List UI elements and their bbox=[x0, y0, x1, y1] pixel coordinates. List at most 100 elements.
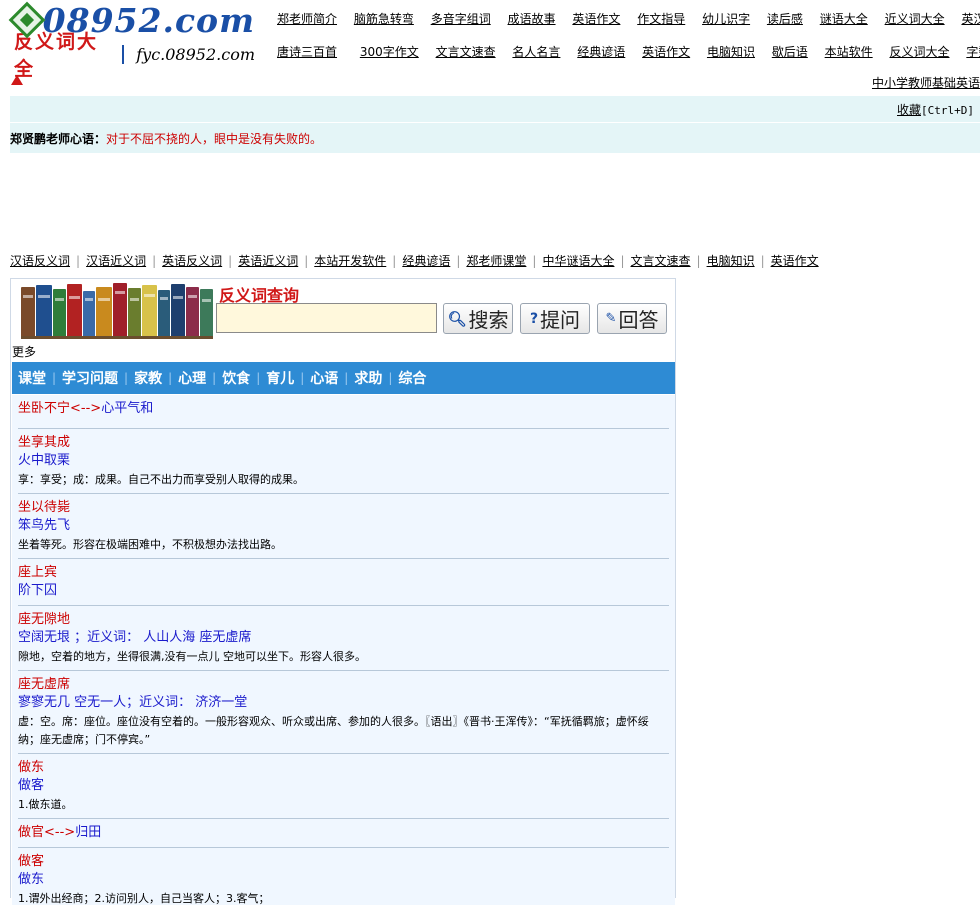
top-nav-link[interactable]: 英汉互译 bbox=[961, 10, 980, 27]
top-nav-link[interactable]: 脑筋急转弯 bbox=[354, 10, 414, 27]
category-nav-link[interactable]: 汉语近义词 bbox=[86, 254, 146, 268]
entry-antonym[interactable]: 空阔无垠 ；近义词： 人山人海 座无虚席 bbox=[18, 629, 669, 647]
motto-text: 对于不屈不挠的人，眼中是没有失败的。 bbox=[106, 132, 323, 146]
category-tab-bar: 课堂 | 学习问题 | 家教 | 心理 | 饮食 | 育儿 | 心语 | 求助 | 综合 bbox=[12, 362, 675, 394]
logo-subdomain: fyc.08952.com bbox=[136, 44, 255, 64]
antonym-list: 坐卧不宁<-->心平气和 坐享其成 火中取栗 享：享受；成：成果。自己不出力而享… bbox=[12, 395, 675, 905]
entry-antonym[interactable]: 做东 bbox=[18, 871, 669, 889]
entry-word[interactable]: 坐以待毙 bbox=[18, 499, 669, 517]
entry-word[interactable]: 做东 bbox=[18, 759, 669, 777]
teacher-english-link[interactable]: 中小学教师基础英语 bbox=[872, 74, 980, 91]
question-icon: ? bbox=[529, 310, 539, 327]
entry-antonym[interactable]: 阶下囚 bbox=[18, 582, 669, 600]
top-nav-link[interactable]: 英语作文 bbox=[642, 43, 690, 60]
category-nav-link[interactable]: 经典谚语 bbox=[402, 254, 450, 268]
entry-antonym[interactable]: 寥寥无几 空无一人；近义词： 济济一堂 bbox=[18, 694, 669, 712]
tab-category[interactable]: 心语 bbox=[310, 368, 338, 388]
top-nav-link[interactable]: 幼儿识字 bbox=[702, 10, 750, 27]
top-nav-link[interactable]: 字数作文 bbox=[966, 43, 980, 60]
entry-explanation: 坐着等死。形容在极端困难中，不积极想办法找出路。 bbox=[18, 538, 282, 551]
ask-button[interactable]: ? 提问 bbox=[520, 303, 590, 334]
category-nav-link[interactable]: 中华谜语大全 bbox=[542, 254, 614, 268]
entry-word[interactable]: 坐卧不宁 bbox=[18, 401, 70, 416]
entry-antonym[interactable]: 笨鸟先飞 bbox=[18, 517, 669, 535]
top-nav-link[interactable]: 郑老师简介 bbox=[277, 10, 337, 27]
entry-arrow: <--> bbox=[44, 825, 76, 840]
tab-category[interactable]: 综合 bbox=[398, 368, 426, 388]
entry-antonym[interactable]: 火中取栗 bbox=[18, 452, 669, 470]
category-nav-link[interactable]: 英语近义词 bbox=[238, 254, 298, 268]
entry-arrow: <--> bbox=[70, 401, 102, 416]
search-button[interactable]: 🔍︎ 搜索 bbox=[443, 303, 513, 334]
top-nav-link[interactable]: 300字作文 bbox=[360, 43, 419, 60]
favorite-label[interactable]: 收藏 bbox=[897, 103, 921, 117]
entry-word[interactable]: 座上宾 bbox=[18, 564, 669, 582]
category-nav-link[interactable]: 本站开发软件 bbox=[314, 254, 386, 268]
top-nav-link[interactable]: 多音字组词 bbox=[431, 10, 491, 27]
arrow-up-icon[interactable] bbox=[11, 75, 23, 85]
list-item: 座无隙地 空阔无垠 ；近义词： 人山人海 座无虚席 隙地，空着的地方，坐得很满,… bbox=[18, 606, 669, 671]
favorite-link[interactable]: 收藏[Ctrl+D] bbox=[897, 101, 974, 118]
entry-explanation: 1.做东道。 bbox=[18, 798, 73, 811]
top-nav-link[interactable]: 歇后语 bbox=[772, 43, 808, 60]
top-nav-link[interactable]: 电脑知识 bbox=[707, 43, 755, 60]
list-item: 做官<-->归田 bbox=[18, 819, 669, 848]
top-nav-link[interactable]: 读后感 bbox=[767, 10, 803, 27]
list-item: 坐卧不宁<-->心平气和 bbox=[18, 395, 669, 429]
tab-category[interactable]: 心理 bbox=[178, 368, 206, 388]
logo-divider bbox=[122, 44, 125, 64]
entry-explanation: 1.谓外出经商；2.访问别人，自己当客人；3.客气； bbox=[18, 892, 270, 905]
top-nav-link[interactable]: 经典谚语 bbox=[577, 43, 625, 60]
books-banner-image bbox=[21, 283, 213, 339]
top-nav-link[interactable]: 英语作文 bbox=[572, 10, 620, 27]
category-nav: 汉语反义词 | 汉语近义词 | 英语反义词 | 英语近义词 | 本站开发软件 | 经典谚语 | 郑老师课… bbox=[10, 254, 819, 268]
entry-word[interactable]: 座无虚席 bbox=[18, 676, 669, 694]
favorite-shortcut[interactable]: [Ctrl+D] bbox=[921, 104, 974, 117]
list-item: 做客 做东 1.谓外出经商；2.访问别人，自己当客人；3.客气； bbox=[18, 848, 669, 908]
category-nav-link[interactable]: 郑老师课堂 bbox=[466, 254, 526, 268]
entry-word[interactable]: 做官 bbox=[18, 825, 44, 840]
entry-antonym[interactable]: 心平气和 bbox=[101, 401, 153, 416]
entry-word[interactable]: 坐享其成 bbox=[18, 434, 669, 452]
tab-category[interactable]: 学习问题 bbox=[62, 368, 118, 388]
ask-button-label: 提问 bbox=[540, 308, 581, 332]
list-item: 座上宾 阶下囚 bbox=[18, 559, 669, 606]
top-nav-link[interactable]: 名人名言 bbox=[512, 43, 560, 60]
motto-bar: 郑贤鹏老师心语：对于不屈不挠的人，眼中是没有失败的。 bbox=[10, 123, 980, 153]
list-item: 坐以待毙 笨鸟先飞 坐着等死。形容在极端困难中，不积极想办法找出路。 bbox=[18, 494, 669, 559]
tab-category[interactable]: 课堂 bbox=[18, 368, 46, 388]
top-nav-link[interactable]: 反义词大全 bbox=[889, 43, 949, 60]
tab-category[interactable]: 求助 bbox=[354, 368, 382, 388]
top-nav-link[interactable]: 本站软件 bbox=[825, 43, 873, 60]
entry-word[interactable]: 做客 bbox=[18, 853, 669, 871]
answer-button[interactable]: ✎ 回答 bbox=[597, 303, 667, 334]
site-logo[interactable]: 08952.com 反义词大全 fyc.08952.com bbox=[8, 1, 255, 80]
entry-explanation: 享：享受；成：成果。自己不出力而享受别人取得的成果。 bbox=[18, 473, 304, 486]
category-nav-link[interactable]: 英语作文 bbox=[771, 254, 819, 268]
entry-antonym[interactable]: 做客 bbox=[18, 777, 669, 795]
top-nav-link[interactable]: 唐诗三百首 bbox=[277, 43, 337, 60]
entry-antonym[interactable]: 归田 bbox=[75, 825, 101, 840]
top-nav-link[interactable]: 成语故事 bbox=[508, 10, 556, 27]
top-nav-link[interactable]: 近义词大全 bbox=[885, 10, 945, 27]
category-nav-link[interactable]: 汉语反义词 bbox=[10, 254, 70, 268]
list-item: 坐享其成 火中取栗 享：享受；成：成果。自己不出力而享受别人取得的成果。 bbox=[18, 429, 669, 494]
entry-explanation: 虚：空。席：座位。座位没有空着的。一般形容观众、听众或出席、参加的人很多。〖语出… bbox=[18, 715, 649, 746]
top-nav-row-2: 唐诗三百首 300字作文 文言文速查 名人名言 经典谚语 英语作文 电脑知识 歇… bbox=[277, 43, 980, 60]
tab-category[interactable]: 饮食 bbox=[222, 368, 250, 388]
search-input[interactable] bbox=[216, 303, 437, 333]
tab-category[interactable]: 家教 bbox=[134, 368, 162, 388]
category-nav-link[interactable]: 英语反义词 bbox=[162, 254, 222, 268]
entry-word[interactable]: 座无隙地 bbox=[18, 611, 669, 629]
search-button-label: 搜索 bbox=[468, 308, 509, 332]
top-nav-link[interactable]: 谜语大全 bbox=[820, 10, 868, 27]
pencil-icon: ✎ bbox=[605, 311, 617, 326]
category-nav-link[interactable]: 电脑知识 bbox=[707, 254, 755, 268]
diamond-logo-icon bbox=[8, 1, 46, 39]
more-link[interactable]: 更多 bbox=[12, 343, 36, 360]
top-nav-link[interactable]: 作文指导 bbox=[637, 10, 685, 27]
category-nav-link[interactable]: 文言文速查 bbox=[631, 254, 691, 268]
tab-category[interactable]: 育儿 bbox=[266, 368, 294, 388]
top-nav-link[interactable]: 文言文速查 bbox=[436, 43, 496, 60]
entry-explanation: 隙地，空着的地方，坐得很满,没有一点儿 空地可以坐下。形容人很多。 bbox=[18, 650, 366, 663]
